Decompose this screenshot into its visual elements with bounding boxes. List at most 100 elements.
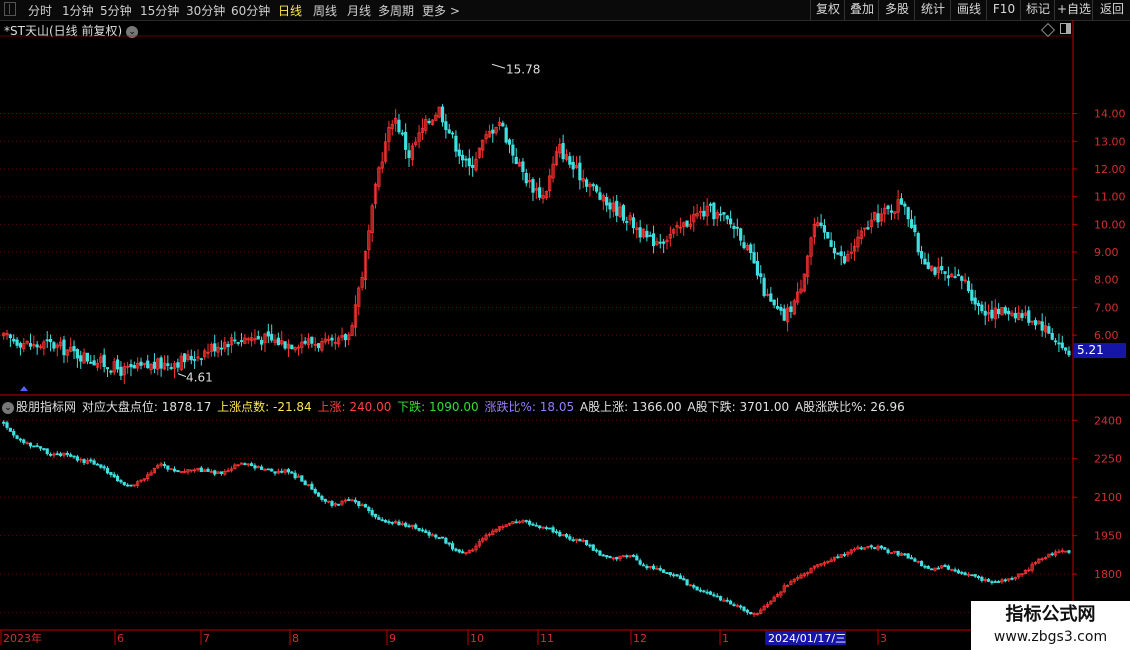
price-candle-body: [531, 179, 535, 193]
price-candle-body: [775, 305, 780, 309]
index-candle-body: [260, 466, 264, 470]
price-candle-body: [28, 343, 33, 347]
index-candle-body: [454, 548, 458, 551]
index-candle-body: [166, 465, 170, 470]
index-candle-body: [980, 576, 984, 581]
index-candle-body: [417, 528, 421, 531]
x-label: 1: [722, 632, 729, 645]
index-candle-body: [353, 499, 358, 503]
index-candle-body: [243, 463, 247, 465]
panel-toggle-icon[interactable]: [1060, 23, 1071, 34]
index-candle-body: [290, 471, 294, 474]
index-candle-body: [2, 421, 6, 424]
index-candle-body: [605, 555, 609, 558]
price-candle-body: [454, 135, 458, 152]
index-candle-body: [427, 531, 431, 536]
price-candle-body: [621, 205, 626, 221]
index-candle-body: [672, 574, 676, 577]
y-label-top: 13.00: [1094, 135, 1126, 148]
index-candle-body: [531, 523, 535, 526]
y-label-top: 9.00: [1094, 246, 1119, 259]
index-candle-body: [514, 521, 518, 524]
price-candle-body: [685, 220, 689, 227]
price-chart[interactable]: 6.00 7.00 8.00 9.00 10.00 11.00 12.00 13.00 14.0…: [0, 0, 1130, 650]
index-candle-body: [82, 459, 86, 464]
index-candle-body: [363, 504, 368, 508]
price-candle-body: [836, 252, 840, 255]
index-candle-body: [591, 544, 595, 551]
price-candle-body: [625, 221, 629, 223]
y-label-bottom: 2250: [1094, 453, 1122, 466]
index-candle-body: [675, 574, 679, 577]
index-candle-body: [18, 438, 23, 441]
index-candle-body: [745, 609, 749, 613]
index-candle-body: [692, 585, 696, 588]
price-candle-body: [876, 213, 880, 223]
price-candle-body: [397, 119, 401, 133]
price-candle-body: [524, 172, 528, 184]
index-candle-body: [447, 542, 451, 545]
index-candle-body: [976, 576, 981, 578]
price-candle-body: [638, 227, 642, 238]
index-candle-body: [92, 460, 96, 465]
y-label-top: 11.00: [1094, 191, 1126, 204]
price-candle-body: [729, 218, 733, 225]
index-candle-body: [682, 578, 686, 581]
indicator-name[interactable]: 股朋指标网: [16, 400, 76, 414]
index-candle-body: [450, 543, 455, 550]
index-candle-body: [608, 555, 612, 559]
index-candle-body: [172, 468, 177, 472]
index-candle-body: [424, 530, 428, 533]
y-label-bottom: 2100: [1094, 491, 1122, 504]
index-candle-body: [440, 536, 445, 539]
price-candle-body: [72, 346, 76, 352]
price-candle-body: [966, 280, 971, 292]
price-candle-body: [946, 275, 950, 279]
price-candle-body: [330, 337, 334, 341]
index-candle-body: [377, 517, 381, 520]
index-candle-body: [109, 472, 113, 475]
price-candle-body: [940, 265, 944, 271]
index-candle-body: [59, 453, 63, 456]
x-label: 8: [292, 632, 299, 645]
index-candle-body: [48, 453, 53, 456]
index-candle-body: [95, 463, 100, 466]
index-candle-body: [631, 554, 636, 557]
price-candle-body: [1013, 312, 1017, 319]
price-candle-body: [193, 359, 197, 361]
price-candle-body: [139, 361, 143, 366]
index-candle-body: [397, 521, 401, 526]
price-candle-body: [595, 185, 599, 192]
index-candle-body: [695, 586, 699, 591]
indicator-field-4: 涨跌比%: 18.05: [480, 400, 575, 414]
indicator-collapse-icon[interactable]: ⌄: [2, 401, 14, 414]
y-label-top: 10.00: [1094, 218, 1126, 231]
price-candle-body: [919, 251, 924, 259]
index-candle-body: [367, 507, 371, 512]
price-candle-body: [182, 353, 187, 363]
index-candle-body: [883, 547, 887, 550]
price-candle-body: [615, 200, 619, 216]
index-candle-body: [615, 556, 619, 560]
index-candle-body: [5, 422, 9, 428]
price-candle-body: [769, 293, 773, 302]
price-candle-body: [702, 210, 706, 217]
indicator-field-0: 对应大盘点位: 1878.17: [81, 400, 212, 414]
price-candle-body: [303, 340, 307, 344]
index-candle-body: [390, 522, 394, 524]
index-candle-body: [75, 456, 79, 461]
index-candle-body: [658, 567, 662, 571]
index-candle-body: [383, 520, 388, 523]
index-candle-body: [554, 531, 559, 533]
index-candle-body: [1050, 553, 1054, 556]
price-candle-body: [213, 343, 217, 352]
index-candle-body: [32, 445, 36, 448]
index-candle-body: [943, 564, 947, 568]
index-candle-body: [300, 475, 304, 482]
price-candle-body: [450, 132, 455, 135]
index-candle-body: [45, 448, 49, 455]
price-candle-body: [913, 224, 917, 233]
price-candle-body: [739, 228, 743, 241]
price-candle-body: [909, 219, 914, 228]
index-candle-body: [718, 596, 723, 601]
